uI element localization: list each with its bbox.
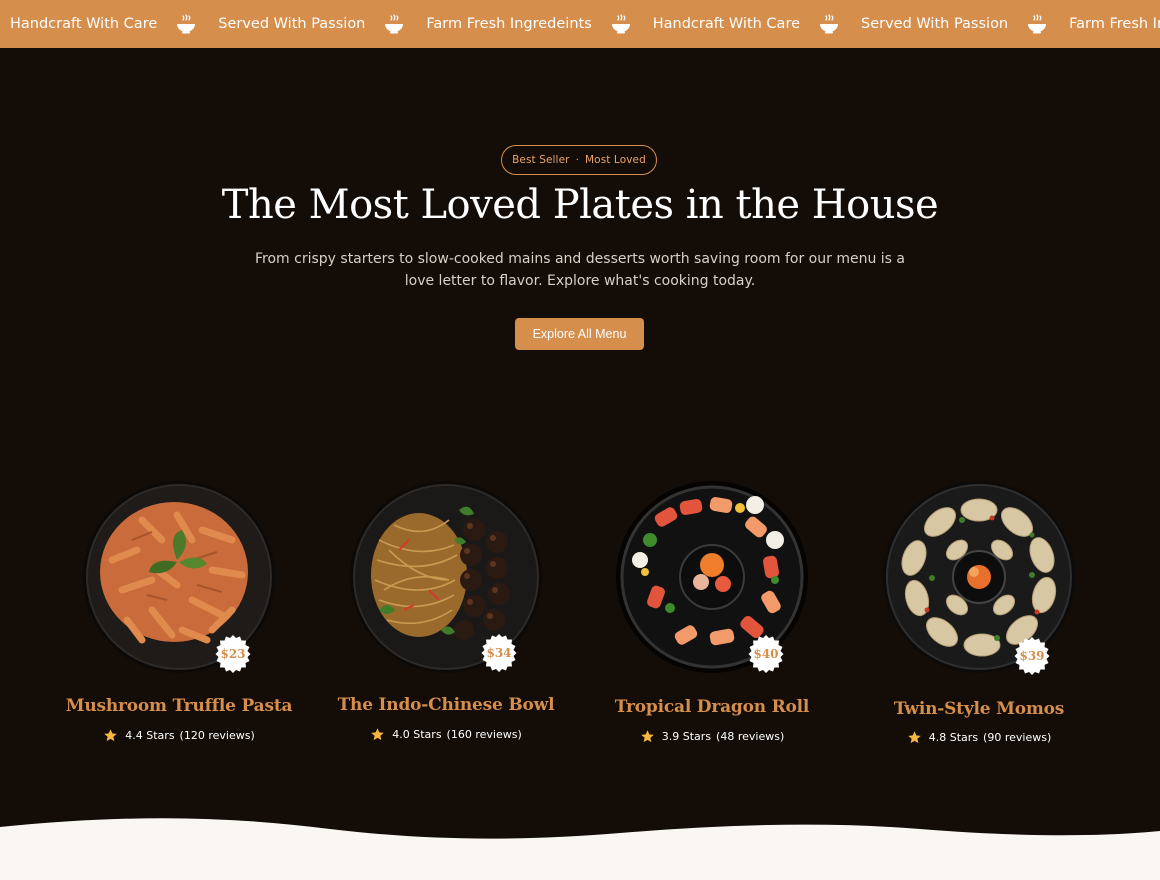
dish-rating: 3.9 Stars (48 reviews): [582, 729, 842, 744]
price-badge: $34: [479, 633, 519, 673]
marquee-item: Handcraft With Care: [652, 16, 801, 32]
dish-name[interactable]: Mushroom Truffle Pasta: [49, 696, 309, 716]
price-value: $23: [220, 647, 246, 661]
marquee-item: Farm Fresh Ingredeints: [426, 16, 592, 32]
price-badge: $39: [1012, 636, 1052, 676]
explore-menu-button[interactable]: Explore All Menu: [515, 318, 644, 350]
star-icon: [370, 727, 385, 742]
price-value: $40: [753, 647, 779, 661]
dish-name[interactable]: Twin-Style Momos: [849, 699, 1109, 719]
bowl-icon: [175, 13, 197, 35]
rating-value: 4.0 Stars: [392, 728, 442, 741]
rating-value: 4.4 Stars: [125, 729, 175, 742]
price-badge: $40: [746, 634, 786, 674]
bowl-icon: [383, 13, 405, 35]
review-count: (160 reviews): [446, 728, 522, 741]
rating-value: 4.8 Stars: [928, 731, 979, 744]
section-wave-divider: [0, 815, 1160, 880]
price-badge: $23: [213, 634, 253, 674]
marquee-item: Served With Passion: [861, 16, 1009, 32]
bowl-icon: [1026, 13, 1048, 35]
dish-rating: 4.4 Stars (120 reviews): [49, 728, 309, 743]
best-seller-badge: Best Seller · Most Loved: [501, 145, 657, 175]
bowl-icon: [818, 13, 840, 35]
price-value: $34: [486, 646, 512, 660]
review-count: (90 reviews): [983, 731, 1052, 744]
rating-value: 3.9 Stars: [661, 730, 712, 743]
dish-name[interactable]: The Indo-Chinese Bowl: [316, 695, 576, 715]
dish-rating: 4.0 Stars (160 reviews): [316, 727, 576, 742]
dish-rating: 4.8 Stars (90 reviews): [849, 730, 1109, 745]
review-count: (48 reviews): [716, 730, 785, 743]
announcement-marquee: Handcraft With Care Served With Passion …: [0, 0, 1160, 48]
badge-label-left: Best Seller: [512, 154, 570, 166]
marquee-track: Handcraft With Care Served With Passion …: [10, 0, 1160, 48]
bowl-icon: [610, 13, 632, 35]
star-icon: [907, 730, 922, 745]
star-icon: [640, 729, 655, 744]
hero-description: From crispy starters to slow-cooked main…: [255, 251, 905, 289]
star-icon: [103, 728, 118, 743]
dish-card[interactable]: $34 The Indo-Chinese Bowl 4.0 Stars (160…: [316, 480, 576, 750]
dish-name[interactable]: Tropical Dragon Roll: [582, 697, 842, 717]
review-count: (120 reviews): [179, 729, 255, 742]
price-value: $39: [1019, 649, 1045, 663]
page-title: The Most Loved Plates in the House: [221, 182, 939, 228]
marquee-item: Served With Passion: [218, 16, 366, 32]
marquee-item: Handcraft With Care: [10, 16, 158, 32]
marquee-item: Farm Fresh Ingredeints: [1069, 16, 1160, 32]
badge-dot: ·: [575, 154, 580, 166]
dish-card[interactable]: $40 Tropical Dragon Roll 3.9 Stars (48 r…: [582, 480, 842, 750]
badge-label-right: Most Loved: [585, 154, 646, 166]
dish-card[interactable]: $39 Twin-Style Momos 4.8 Stars (90 revie…: [849, 480, 1109, 750]
dish-card[interactable]: $23 Mushroom Truffle Pasta 4.4 Stars (12…: [49, 480, 309, 750]
